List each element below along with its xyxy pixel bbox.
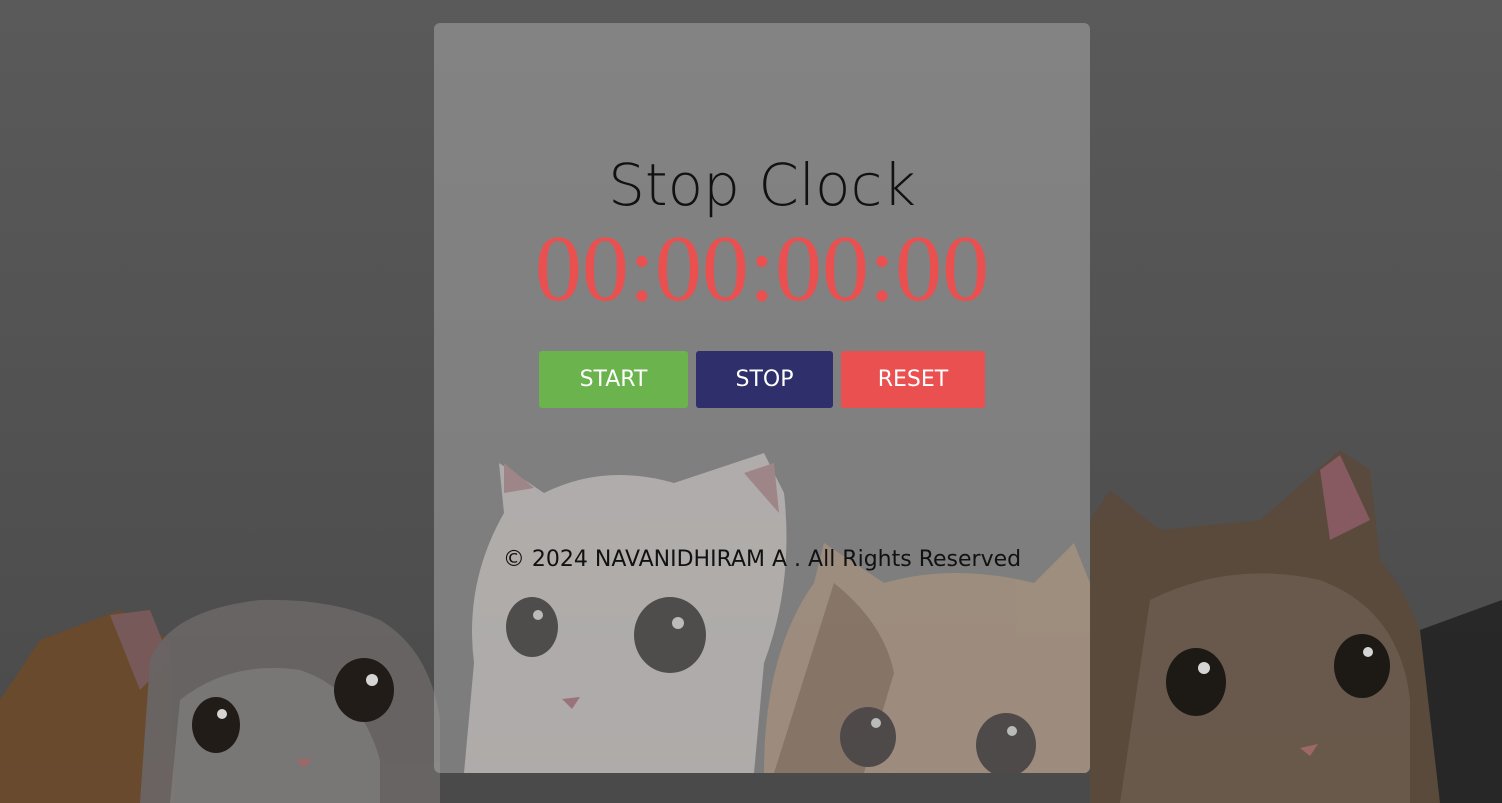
timer-display: 00:00:00:00 (534, 217, 990, 321)
start-button[interactable]: START (539, 351, 688, 408)
footer-copyright: © 2024 NAVANIDHIRAM A . All Rights Reser… (502, 547, 1022, 572)
stop-button[interactable]: STOP (696, 351, 833, 408)
page-title: Stop Clock (608, 151, 916, 219)
reset-button[interactable]: RESET (841, 351, 985, 408)
